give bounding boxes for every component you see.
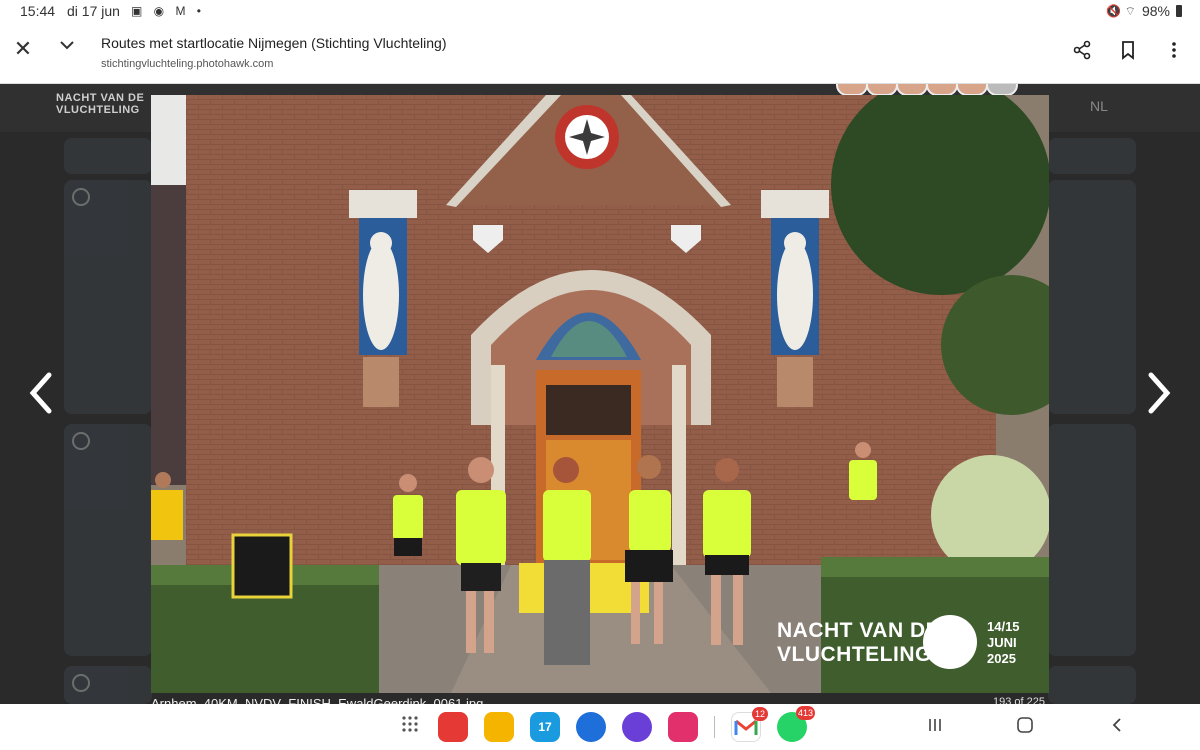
calendar-app-icon[interactable]: 17 (530, 712, 560, 742)
event-logo-line1: NACHT VAN DE (777, 619, 941, 642)
event-logo-line2: VLUCHTELING (777, 643, 932, 666)
app-drawer-icon[interactable] (398, 715, 422, 739)
calendar-day: 17 (538, 720, 552, 734)
bookmark-icon[interactable] (1118, 40, 1138, 60)
browser-tab-bar: ✕ Routes met startlocatie Nijmegen (Stic… (0, 24, 1200, 84)
chevron-down-icon[interactable] (56, 36, 78, 58)
gallery-thumbnail[interactable] (64, 138, 152, 174)
home-button[interactable] (1016, 716, 1034, 739)
event-logo: NACHT VAN DE VLUCHTELING 14/15 JUNI 2025 (777, 615, 1037, 675)
gallery-thumbnail[interactable] (1048, 180, 1136, 414)
photo-counter: 193 of 225 (993, 696, 1045, 704)
whatsapp-app-icon[interactable]: 413 (777, 706, 815, 742)
back-button[interactable] (1108, 716, 1126, 739)
files-app-icon[interactable] (484, 712, 514, 742)
notification-icons: ▣ ◉ M • (131, 4, 206, 18)
site-logo-line1: NACHT VAN DE (56, 92, 145, 104)
status-date: di 17 jun (67, 3, 120, 19)
gallery-thumbnail[interactable] (1048, 666, 1136, 704)
lightbox-photo: NACHT VAN DE VLUCHTELING 14/15 JUNI 2025 (151, 95, 1049, 693)
notes-app-icon[interactable] (438, 712, 468, 742)
page-title: Routes met startlocatie Nijmegen (Sticht… (101, 35, 447, 51)
select-check-icon[interactable] (72, 188, 90, 206)
page-url: stichtingvluchteling.photohawk.com (101, 58, 274, 70)
gallery-thumbnail[interactable] (64, 180, 152, 414)
gallery-thumbnail[interactable] (64, 666, 152, 704)
site-logo[interactable]: NACHT VAN DE VLUCHTELING (56, 92, 144, 116)
event-date-month: JUNI (987, 635, 1017, 650)
event-date-days: 14/15 (987, 619, 1020, 634)
gmail-badge: 12 (752, 707, 768, 721)
gallery-thumbnail[interactable] (64, 424, 152, 656)
site-logo-line2: VLUCHTELING (56, 104, 140, 116)
language-selector[interactable]: NL (1090, 98, 1108, 114)
share-icon[interactable] (1072, 40, 1092, 60)
gallery-thumbnail[interactable] (1048, 424, 1136, 656)
android-taskbar: 17 12 413 (0, 704, 1200, 750)
status-bar: 15:44 di 17 jun ▣ ◉ M • 🔇 ⌔ 98% (0, 0, 1200, 24)
mute-wifi-icon: 🔇 ⌔ (1106, 3, 1136, 18)
church-finish-photo (151, 95, 1049, 693)
close-icon[interactable]: ✕ (12, 38, 34, 60)
web-content: NACHT VAN DE VLUCHTELING NL NACHT VAN DE… (0, 84, 1200, 704)
photo-filename: Arnhem_40KM_NVDV_FINISH_EwaldGeerdink_00… (151, 696, 484, 704)
next-photo-button[interactable] (1138, 371, 1178, 417)
battery-level: 98% (1141, 3, 1170, 19)
internet-app-icon[interactable] (622, 712, 652, 742)
gmail-app-icon[interactable]: 12 (731, 707, 768, 742)
event-logo-emblem (923, 615, 977, 669)
messages-app-icon[interactable] (576, 712, 606, 742)
select-check-icon[interactable] (72, 674, 90, 692)
whatsapp-badge: 413 (795, 706, 815, 720)
more-menu-icon[interactable] (1164, 40, 1184, 60)
instagram-app-icon[interactable] (668, 712, 698, 742)
select-check-icon[interactable] (72, 432, 90, 450)
event-date-year: 2025 (987, 651, 1016, 666)
recent-apps-button[interactable] (926, 716, 944, 739)
battery-icon (1176, 5, 1182, 17)
previous-photo-button[interactable] (22, 371, 62, 417)
app-dock: 17 12 413 (398, 706, 815, 742)
status-right: 🔇 ⌔ 98% (1106, 3, 1182, 19)
gallery-thumbnail[interactable] (1048, 138, 1136, 174)
status-time: 15:44 (20, 3, 56, 19)
dock-separator (714, 716, 715, 738)
